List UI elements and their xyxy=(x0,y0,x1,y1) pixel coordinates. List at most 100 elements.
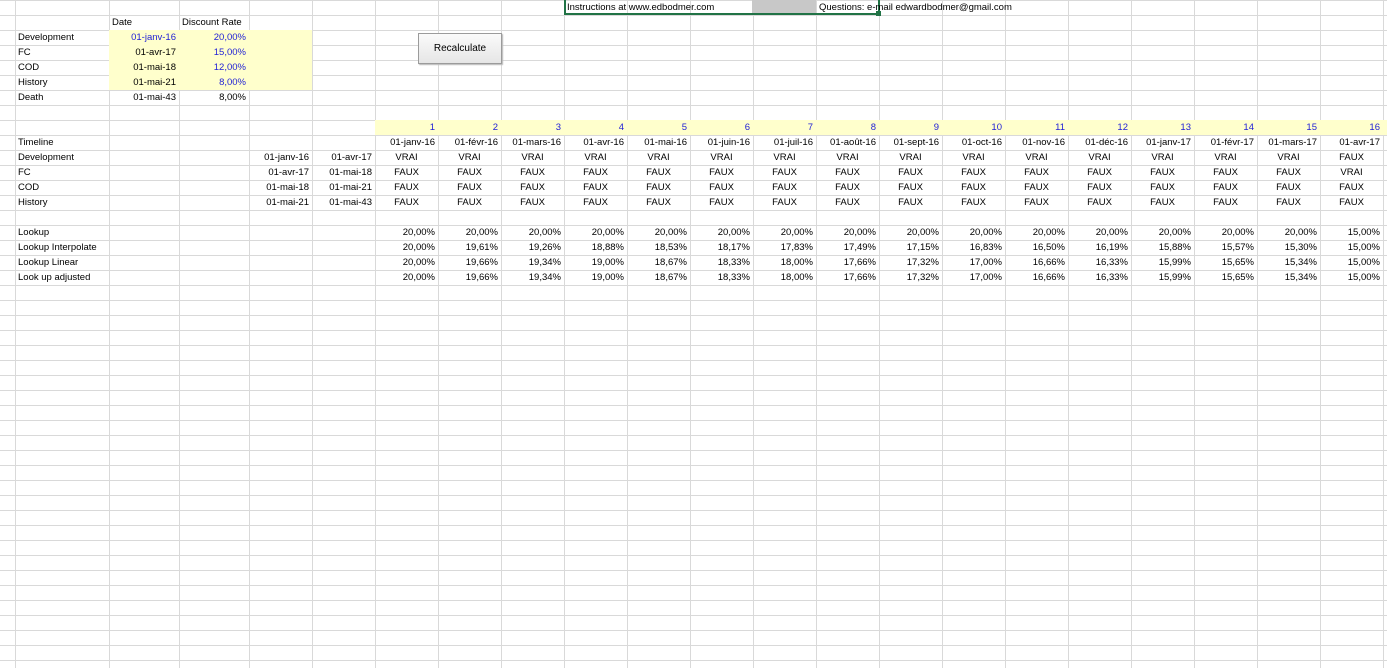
period-number: 12 xyxy=(1117,122,1128,133)
rates-row-rate[interactable]: 15,00% xyxy=(179,45,249,60)
column-gridline xyxy=(879,0,880,668)
rates-col-date-header: Date xyxy=(112,17,133,28)
lookup-value-cell: 20,00% xyxy=(1032,227,1065,238)
phase-flag-cell: FAUX xyxy=(961,182,986,193)
phase-flag-cell: FAUX xyxy=(1087,197,1112,208)
column-gridline xyxy=(1131,0,1132,668)
timeline-date: 01-mai-16 xyxy=(644,137,687,148)
rates-row-date[interactable]: 01-mai-21 xyxy=(109,75,179,90)
phase-flag-cell: VRAI xyxy=(584,152,607,163)
phase-flag-cell: FAUX xyxy=(961,167,986,178)
row-gridline xyxy=(0,645,1387,646)
lookup-row-label: Lookup Interpolate xyxy=(18,242,97,253)
lookup-value-cell: 20,00% xyxy=(1095,227,1128,238)
lookup-value-cell: 20,00% xyxy=(969,227,1002,238)
rates-row-label: COD xyxy=(18,62,40,73)
rates-row-date[interactable]: 01-janv-16 xyxy=(109,30,179,45)
lookup-value-cell: 19,66% xyxy=(465,272,498,283)
rates-row-rate[interactable]: 12,00% xyxy=(179,60,249,75)
lookup-value-cell: 15,00% xyxy=(1347,257,1380,268)
lookup-value-cell: 17,00% xyxy=(969,272,1002,283)
lookup-value-cell: 18,17% xyxy=(717,242,750,253)
lookup-value-cell: 16,66% xyxy=(1032,257,1065,268)
row-gridline xyxy=(0,465,1387,466)
lookup-value-cell: 19,34% xyxy=(528,272,561,283)
lookup-value-cell: 15,99% xyxy=(1158,272,1191,283)
lookup-value-cell: 20,00% xyxy=(465,227,498,238)
lookup-value-cell: 19,26% xyxy=(528,242,561,253)
lookup-value-cell: 17,49% xyxy=(843,242,876,253)
rates-row-rate[interactable]: 20,00% xyxy=(179,30,249,45)
phase-flag-cell: VRAI xyxy=(1088,152,1111,163)
rates-row-rate[interactable]: 8,00% xyxy=(179,75,249,90)
lookup-value-cell: 19,00% xyxy=(591,257,624,268)
row-gridline xyxy=(0,210,1387,211)
phase-start-date: 01-mai-18 xyxy=(266,182,309,193)
timeline-date: 01-mars-16 xyxy=(512,137,561,148)
lookup-value-cell: 15,00% xyxy=(1347,242,1380,253)
row-gridline xyxy=(0,525,1387,526)
rates-row-date[interactable]: 01-avr-17 xyxy=(109,45,179,60)
rates-row-label: Development xyxy=(18,32,74,43)
timeline-date: 01-avr-17 xyxy=(1339,137,1380,148)
phase-end-date: 01-mai-21 xyxy=(329,182,372,193)
period-number: 15 xyxy=(1306,122,1317,133)
rates-col-rate-header: Discount Rate xyxy=(182,17,242,28)
phase-flag-cell: FAUX xyxy=(961,197,986,208)
phase-flag-cell: VRAI xyxy=(710,152,733,163)
phase-flag-cell: FAUX xyxy=(1339,152,1364,163)
lookup-value-cell: 18,00% xyxy=(780,257,813,268)
phase-flag-cell: FAUX xyxy=(1213,182,1238,193)
phase-flag-cell: VRAI xyxy=(647,152,670,163)
lookup-value-cell: 20,00% xyxy=(528,227,561,238)
column-gridline xyxy=(1005,0,1006,668)
questions-text: Questions: e-mail edwardbodmer@gmail.com xyxy=(819,2,1012,13)
lookup-value-cell: 17,15% xyxy=(906,242,939,253)
column-gridline xyxy=(501,0,502,668)
phase-flag-cell: VRAI xyxy=(899,152,922,163)
lookup-value-cell: 20,00% xyxy=(1284,227,1317,238)
timeline-date: 01-févr-16 xyxy=(454,137,498,148)
lookup-value-cell: 20,00% xyxy=(402,257,435,268)
period-number: 13 xyxy=(1180,122,1191,133)
lookup-value-cell: 19,66% xyxy=(465,257,498,268)
column-gridline xyxy=(753,0,754,668)
phase-flag-cell: FAUX xyxy=(1150,182,1175,193)
lookup-value-cell: 20,00% xyxy=(654,227,687,238)
row-gridline xyxy=(0,510,1387,511)
lookup-value-cell: 18,88% xyxy=(591,242,624,253)
row-gridline xyxy=(0,360,1387,361)
lookup-value-cell: 17,00% xyxy=(969,257,1002,268)
period-number: 10 xyxy=(991,122,1002,133)
lookup-value-cell: 15,30% xyxy=(1284,242,1317,253)
recalculate-button[interactable]: Recalculate xyxy=(418,33,502,64)
phase-start-date: 01-avr-17 xyxy=(268,167,309,178)
lookup-value-cell: 15,65% xyxy=(1221,257,1254,268)
phase-flag-cell: FAUX xyxy=(1339,197,1364,208)
lookup-value-cell: 18,53% xyxy=(654,242,687,253)
column-gridline xyxy=(438,0,439,668)
rates-row-rate[interactable]: 8,00% xyxy=(179,90,249,105)
phase-start-date: 01-janv-16 xyxy=(264,152,309,163)
rates-row-date[interactable]: 01-mai-18 xyxy=(109,60,179,75)
row-gridline xyxy=(0,450,1387,451)
column-gridline xyxy=(249,0,250,668)
row-gridline xyxy=(0,315,1387,316)
phase-flag-cell: FAUX xyxy=(1024,182,1049,193)
lookup-value-cell: 17,32% xyxy=(906,257,939,268)
phase-flag-cell: VRAI xyxy=(1214,152,1237,163)
phase-flag-cell: VRAI xyxy=(521,152,544,163)
phase-flag-cell: FAUX xyxy=(772,182,797,193)
phase-flag-cell: FAUX xyxy=(394,182,419,193)
column-gridline xyxy=(942,0,943,668)
lookup-value-cell: 15,99% xyxy=(1158,257,1191,268)
phase-flag-cell: FAUX xyxy=(520,197,545,208)
lookup-row-label: Look up adjusted xyxy=(18,272,91,283)
phase-flag-cell: VRAI xyxy=(1277,152,1300,163)
row-gridline xyxy=(0,600,1387,601)
spreadsheet-grid[interactable]: Instructions at www.edbodmer.com Questio… xyxy=(0,0,1387,668)
lookup-value-cell: 17,32% xyxy=(906,272,939,283)
rates-row-date[interactable]: 01-mai-43 xyxy=(109,90,179,105)
phase-flag-cell: FAUX xyxy=(835,197,860,208)
lookup-value-cell: 19,34% xyxy=(528,257,561,268)
